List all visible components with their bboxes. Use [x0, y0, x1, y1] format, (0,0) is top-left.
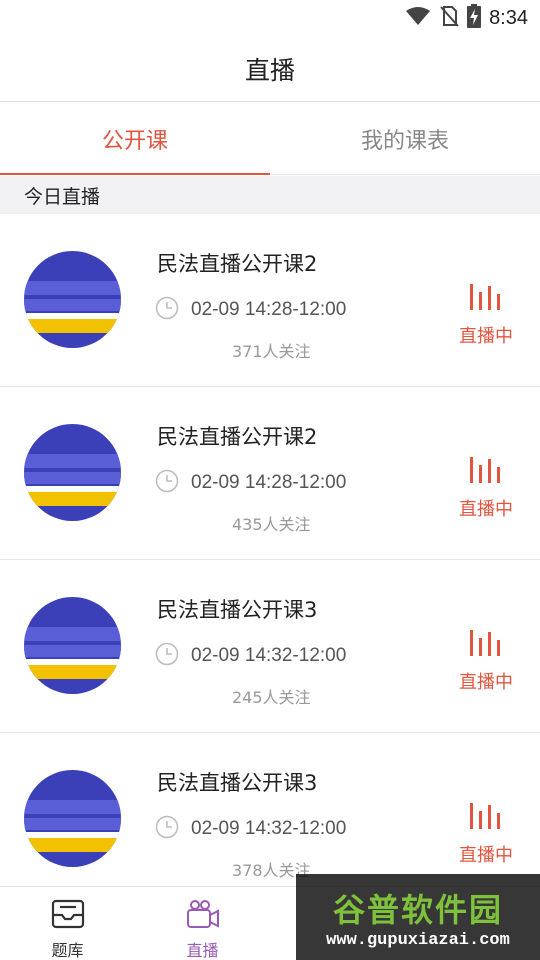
- status-icons: 8:34: [405, 4, 528, 32]
- live-bars-icon: [469, 455, 503, 487]
- app-header: 直播: [0, 36, 540, 102]
- course-thumbnail: [24, 770, 121, 867]
- tab-bar: 公开课 我的课表: [0, 103, 540, 175]
- course-time: 02-09 14:32-12:00: [191, 818, 347, 839]
- live-status-label: 直播中: [459, 672, 513, 693]
- course-title: 民法直播公开课2: [157, 425, 318, 449]
- course-followers: 435人关注: [232, 515, 311, 534]
- course-list[interactable]: 民法直播公开课2 02-09 14:28-12:00 371人关注 直播中 民法…: [0, 214, 540, 886]
- clock-icon: [155, 815, 179, 843]
- watermark-url: www.gupuxiazai.com: [326, 930, 510, 950]
- clock-icon: [155, 642, 179, 670]
- live-status-label: 直播中: [459, 845, 513, 866]
- course-time: 02-09 14:28-12:00: [191, 299, 347, 320]
- live-status-label: 直播中: [459, 326, 513, 347]
- course-title: 民法直播公开课2: [157, 252, 318, 276]
- course-time-row: 02-09 14:28-12:00: [155, 296, 346, 324]
- tab-open-courses[interactable]: 公开课: [0, 103, 270, 175]
- video-camera-icon: [186, 899, 220, 933]
- nav-item-live[interactable]: 直播: [135, 887, 270, 960]
- course-item[interactable]: 民法直播公开课2 02-09 14:28-12:00 435人关注 直播中: [0, 387, 540, 560]
- live-bars-icon: [469, 628, 503, 660]
- course-item[interactable]: 民法直播公开课2 02-09 14:28-12:00 371人关注 直播中: [0, 214, 540, 387]
- nav-item-question-bank[interactable]: 题库: [0, 887, 135, 960]
- clock-icon: [155, 296, 179, 324]
- status-bar: 8:34: [0, 0, 540, 36]
- watermark-title: 谷普软件园: [332, 890, 503, 929]
- course-time-row: 02-09 14:32-12:00: [155, 815, 346, 843]
- tab-my-schedule[interactable]: 我的课表: [270, 103, 540, 174]
- watermark: 谷普软件园 www.gupuxiazai.com: [296, 874, 540, 960]
- course-thumbnail: [24, 597, 121, 694]
- course-followers: 371人关注: [232, 342, 311, 361]
- battery-charging-icon: [467, 4, 482, 32]
- nav-label: 题库: [51, 941, 84, 960]
- course-item[interactable]: 民法直播公开课3 02-09 14:32-12:00 245人关注 直播中: [0, 560, 540, 733]
- course-thumbnail: [24, 424, 121, 521]
- course-time: 02-09 14:28-12:00: [191, 472, 347, 493]
- inbox-icon: [51, 899, 85, 933]
- live-indicator: 直播中: [456, 282, 516, 348]
- status-time: 8:34: [489, 6, 528, 29]
- live-indicator: 直播中: [456, 628, 516, 694]
- nav-label: 直播: [186, 941, 219, 960]
- live-indicator: 直播中: [456, 801, 516, 867]
- course-item[interactable]: 民法直播公开课3 02-09 14:32-12:00 378人关注 直播中: [0, 733, 540, 886]
- wifi-icon: [405, 6, 431, 30]
- no-sim-icon: [439, 5, 459, 31]
- live-indicator: 直播中: [456, 455, 516, 521]
- live-bars-icon: [469, 801, 503, 833]
- course-time-row: 02-09 14:32-12:00: [155, 642, 346, 670]
- course-title: 民法直播公开课3: [157, 598, 318, 622]
- course-title: 民法直播公开课3: [157, 771, 318, 795]
- live-bars-icon: [469, 282, 503, 314]
- clock-icon: [155, 469, 179, 497]
- section-header-today-live: 今日直播: [0, 176, 540, 214]
- page-title: 直播: [244, 55, 295, 85]
- course-time: 02-09 14:32-12:00: [191, 645, 347, 666]
- course-thumbnail: [24, 251, 121, 348]
- course-followers: 245人关注: [232, 688, 311, 707]
- course-time-row: 02-09 14:28-12:00: [155, 469, 346, 497]
- live-status-label: 直播中: [459, 499, 513, 520]
